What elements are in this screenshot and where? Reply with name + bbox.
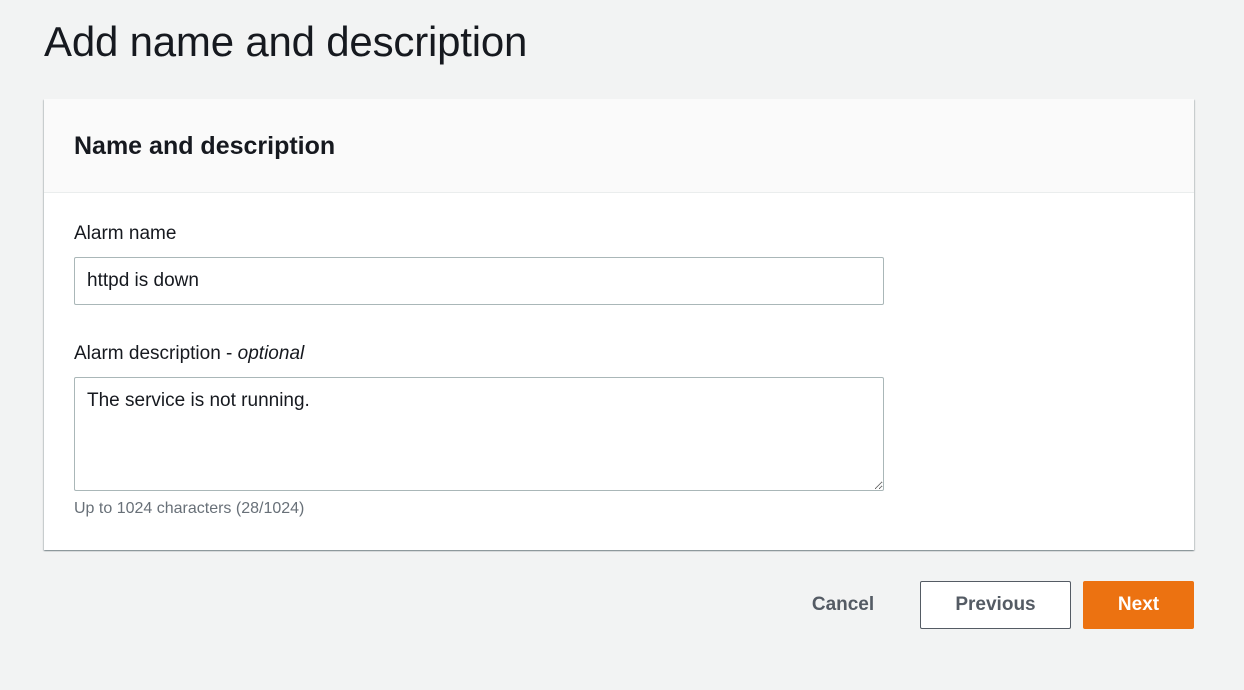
- alarm-description-label-text: Alarm description -: [74, 343, 238, 364]
- optional-tag: optional: [237, 343, 305, 364]
- page-title: Add name and description: [44, 18, 528, 65]
- alarm-name-input[interactable]: [74, 257, 884, 305]
- alarm-description-label: Alarm description - optional: [74, 341, 304, 367]
- panel-title: Name and description: [74, 132, 336, 160]
- character-count-hint: Up to 1024 characters (28/1024): [74, 500, 305, 517]
- previous-button[interactable]: Previous: [920, 581, 1071, 629]
- alarm-name-label: Alarm name: [74, 223, 177, 244]
- next-button[interactable]: Next: [1083, 581, 1194, 629]
- cancel-button[interactable]: Cancel: [790, 581, 896, 629]
- alarm-description-textarea[interactable]: The service is not running.: [74, 377, 884, 491]
- name-and-description-panel: Name and description Alarm name Alarm de…: [44, 99, 1194, 550]
- panel-header: Name and description: [44, 99, 1194, 193]
